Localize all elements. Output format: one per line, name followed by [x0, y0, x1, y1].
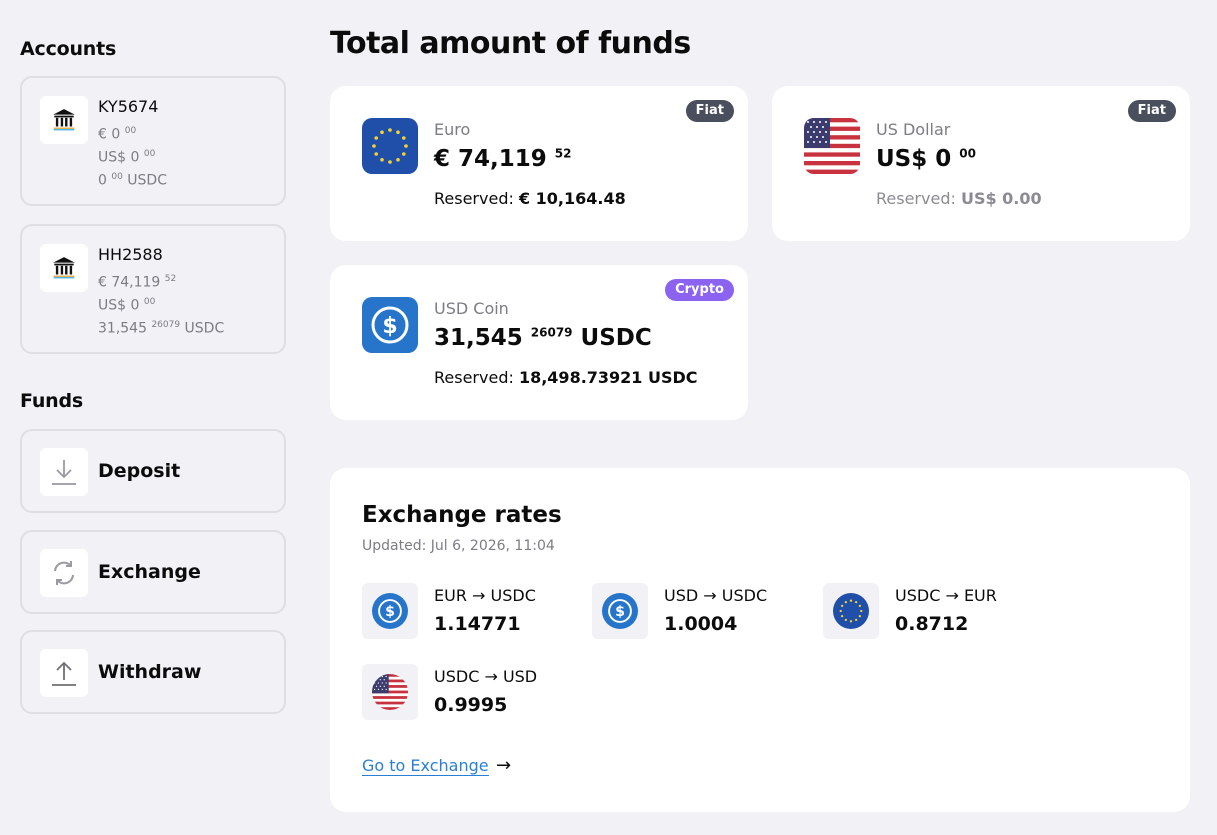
rate-pair: EUR → USDC [434, 586, 536, 605]
bank-icon [40, 96, 88, 144]
deposit-button[interactable]: Deposit [20, 429, 286, 513]
usdc-icon [362, 297, 418, 353]
page-title: Total amount of funds [330, 26, 691, 61]
rate-value: 1.0004 [664, 613, 738, 635]
rate-usdc-eur: USDC → EUR 0.8712 [823, 583, 1043, 641]
rate-usd-usdc: $ USD → USDC 1.0004 [592, 583, 812, 641]
fiat-badge: Fiat [1127, 100, 1176, 122]
upload-icon [40, 649, 88, 697]
deposit-label: Deposit [98, 460, 181, 482]
account-usd-balance: US$ 0 00 [98, 149, 156, 166]
exchange-rates-title: Exchange rates [362, 502, 562, 528]
us-flag-icon [362, 664, 418, 720]
withdraw-button[interactable]: Withdraw [20, 630, 286, 714]
usdc-icon: $ [592, 583, 648, 639]
usdc-icon: $ [362, 583, 418, 639]
refresh-icon [40, 549, 88, 597]
rate-pair: USDC → USD [434, 667, 538, 686]
rate-pair: USD → USDC [664, 586, 768, 605]
account-usd-balance: US$ 0 00 [98, 297, 156, 314]
rates-updated-time: Updated: Jul 6, 2026, 11:04 [362, 538, 555, 554]
bank-icon [40, 244, 88, 292]
us-flag-icon [804, 118, 860, 174]
account-name: KY5674 [98, 97, 159, 116]
accounts-heading: Accounts [20, 38, 117, 60]
currency-name: US Dollar [876, 120, 951, 139]
currency-name: USD Coin [434, 299, 509, 318]
account-eur-balance: € 74,119 52 [98, 274, 177, 291]
exchange-button[interactable]: Exchange [20, 530, 286, 614]
eu-flag-icon [823, 583, 879, 639]
balance-amount: € 74,119 52 [434, 146, 572, 172]
rate-eur-usdc: $ EUR → USDC 1.14771 [362, 583, 582, 641]
balance-amount: 31,545 26079 USDC [434, 325, 652, 351]
rate-usdc-usd: USDC → USD 0.9995 [362, 664, 582, 722]
account-usdc-balance: 0 00 USDC [98, 172, 167, 189]
rate-pair: USDC → EUR [895, 586, 997, 605]
download-icon [40, 448, 88, 496]
svg-text:$: $ [615, 604, 625, 620]
reserved-amount: Reserved: 18,498.73921 USDC [434, 368, 698, 387]
eu-flag-icon [362, 118, 418, 174]
funds-heading: Funds [20, 390, 83, 412]
withdraw-label: Withdraw [98, 661, 202, 683]
account-name: HH2588 [98, 245, 163, 264]
currency-name: Euro [434, 120, 471, 139]
account-eur-balance: € 0 00 [98, 126, 137, 143]
reserved-amount: Reserved: US$ 0.00 [876, 189, 1042, 208]
arrow-right-icon[interactable]: → [496, 755, 511, 776]
svg-text:$: $ [385, 604, 395, 620]
balance-card-us-dollar[interactable]: US Dollar US$ 0 00 Reserved: US$ 0.00 Fi… [772, 86, 1190, 241]
account-usdc-balance: 31,545 26079 USDC [98, 320, 225, 337]
account-card-hh2588[interactable]: HH2588 € 74,119 52 US$ 0 00 31,545 26079… [20, 224, 286, 354]
reserved-amount: Reserved: € 10,164.48 [434, 189, 626, 208]
account-card-ky5674[interactable]: KY5674 € 0 00 US$ 0 00 0 00 USDC [20, 76, 286, 206]
rate-value: 0.8712 [895, 613, 969, 635]
go-to-exchange-link[interactable]: Go to Exchange [362, 756, 489, 776]
balance-card-usd-coin[interactable]: USD Coin 31,545 26079 USDC Reserved: 18,… [330, 265, 748, 420]
exchange-rates-card: Exchange rates Updated: Jul 6, 2026, 11:… [330, 468, 1190, 812]
rate-value: 0.9995 [434, 694, 508, 716]
crypto-badge: Crypto [665, 279, 734, 301]
exchange-label: Exchange [98, 561, 201, 583]
balance-amount: US$ 0 00 [876, 146, 976, 172]
fiat-badge: Fiat [685, 100, 734, 122]
rate-value: 1.14771 [434, 613, 521, 635]
balance-card-euro[interactable]: Euro € 74,119 52 Reserved: € 10,164.48 F… [330, 86, 748, 241]
